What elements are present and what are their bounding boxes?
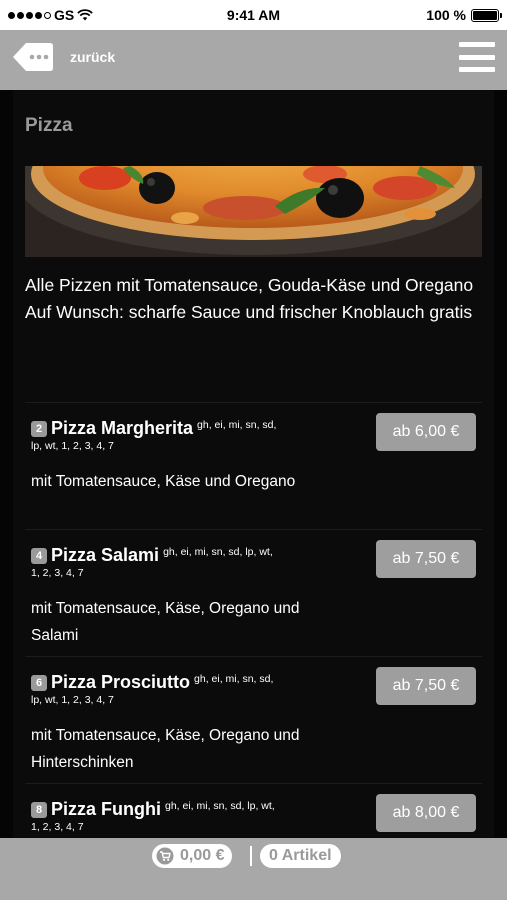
cart-count-button[interactable]: 0 Artikel <box>260 844 341 868</box>
top-nav: zurück <box>0 30 507 90</box>
cart-total-label: 0,00 € <box>180 847 225 864</box>
item-codes: gh, ei, mi, sn, sd, <box>194 673 274 685</box>
item-name: Pizza Funghi <box>51 799 161 819</box>
item-divider <box>25 402 482 403</box>
item-header: 2 Pizza Margherita gh, ei, mi, sn, sd, lp,… <box>31 414 351 453</box>
item-divider <box>25 529 482 530</box>
category-panel: Pizza Alle Pizzen mit Tomatensauce, Goud… <box>13 90 494 838</box>
item-number-badge: 4 <box>31 548 47 564</box>
item-codes-continued: lp, wt, 1, 2, 3, 4, 7 <box>31 440 114 452</box>
item-name: Pizza Prosciutto <box>51 672 191 692</box>
status-right: 100 % <box>426 7 502 23</box>
menu-item[interactable]: 4 Pizza Salami gh, ei, mi, sn, sd, lp, wt,… <box>13 529 494 656</box>
cart-separator <box>250 846 252 866</box>
item-name: Pizza Margherita <box>51 418 194 438</box>
item-divider <box>25 656 482 657</box>
menu-item[interactable]: 8 Pizza Funghi gh, ei, mi, sn, sd, lp, wt,… <box>13 783 494 838</box>
cart-bar: 0,00 € 0 Artikel <box>0 838 507 900</box>
battery-icon <box>471 8 502 22</box>
item-description: mit Tomatensauce, Käse und Oregano <box>31 473 296 490</box>
status-bar: GS 9:41 AM 100 % <box>0 0 507 30</box>
item-number-badge: 8 <box>31 802 47 818</box>
section-title: Pizza <box>25 115 73 136</box>
pizza-banner-image <box>25 166 482 257</box>
cart-icon <box>156 847 174 865</box>
item-codes: gh, ei, mi, sn, sd, lp, wt, <box>163 546 273 558</box>
item-description: mit Tomatensauce, Käse, Oregano und Sala… <box>31 600 300 644</box>
item-codes-continued: lp, wt, 1, 2, 3, 4, 7 <box>31 694 114 706</box>
item-codes: gh, ei, mi, sn, sd, <box>197 419 277 431</box>
item-header: 8 Pizza Funghi gh, ei, mi, sn, sd, lp, wt,… <box>31 795 351 834</box>
item-codes: gh, ei, mi, sn, sd, lp, wt, <box>165 800 275 812</box>
menu-content[interactable]: Pizza Alle Pizzen mit Tomatensauce, Goud… <box>0 90 507 838</box>
item-name: Pizza Salami <box>51 545 160 565</box>
section-intro: Alle Pizzen mit Tomatensauce, Gouda-Käse… <box>25 272 485 326</box>
item-codes-continued: 1, 2, 3, 4, 7 <box>31 567 84 579</box>
price-button[interactable]: ab 8,00 € <box>376 794 476 832</box>
back-label: zurück <box>70 49 116 65</box>
item-number-badge: 2 <box>31 421 47 437</box>
price-button[interactable]: ab 7,50 € <box>376 667 476 705</box>
item-header: 6 Pizza Prosciutto gh, ei, mi, sn, sd, lp,… <box>31 668 351 707</box>
item-divider <box>25 783 482 784</box>
price-button[interactable]: ab 6,00 € <box>376 413 476 451</box>
item-description: mit Tomatensauce, Käse, Oregano und Hint… <box>31 727 300 771</box>
intro-line-1: Alle Pizzen mit Tomatensauce, Gouda-Käse… <box>25 275 474 295</box>
battery-label: 100 % <box>426 7 466 23</box>
back-button[interactable]: zurück <box>12 41 115 73</box>
item-header: 4 Pizza Salami gh, ei, mi, sn, sd, lp, wt,… <box>31 541 351 580</box>
menu-icon[interactable] <box>459 42 495 72</box>
menu-item[interactable]: 6 Pizza Prosciutto gh, ei, mi, sn, sd, lp,… <box>13 656 494 783</box>
item-codes-continued: 1, 2, 3, 4, 7 <box>31 821 84 833</box>
item-number-badge: 6 <box>31 675 47 691</box>
price-button[interactable]: ab 7,50 € <box>376 540 476 578</box>
intro-line-2: Auf Wunsch: scharfe Sauce und frischer K… <box>25 302 473 322</box>
cart-total-button[interactable]: 0,00 € <box>152 844 233 868</box>
back-icon <box>13 43 53 71</box>
menu-item[interactable]: 2 Pizza Margherita gh, ei, mi, sn, sd, lp,… <box>13 402 494 529</box>
